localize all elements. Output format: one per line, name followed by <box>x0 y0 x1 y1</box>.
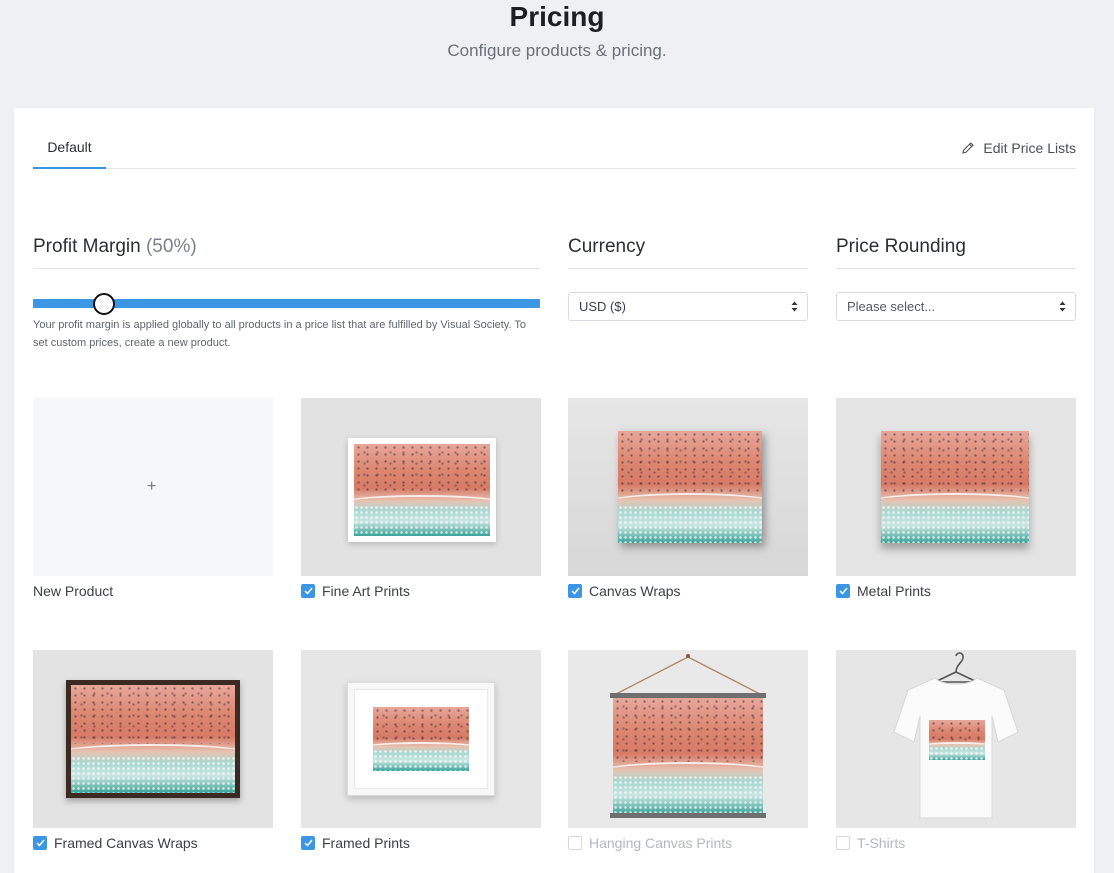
price-list-tabs: Default Edit Price Lists <box>33 108 1076 169</box>
product-label-row: T-Shirts <box>836 834 905 852</box>
check-icon <box>35 839 45 847</box>
metal-prints-image[interactable] <box>836 398 1076 576</box>
product-checkbox[interactable] <box>301 836 315 850</box>
beach-photo <box>929 720 985 760</box>
beach-photo <box>373 707 469 771</box>
product-label-row: Hanging Canvas Prints <box>568 834 732 852</box>
fine-art-prints-image[interactable] <box>301 398 541 576</box>
product-label: T-Shirts <box>857 835 906 851</box>
framed-canvas-wraps-image[interactable] <box>33 650 273 828</box>
product-label: Hanging Canvas Prints <box>589 835 733 851</box>
product-label: Framed Canvas Wraps <box>54 835 198 851</box>
product-label-row: Framed Prints <box>301 834 410 852</box>
product-checkbox[interactable] <box>33 836 47 850</box>
profit-margin-title: Profit Margin <box>33 236 141 257</box>
select-caret-icon <box>791 301 798 312</box>
tab-default[interactable]: Default <box>33 137 106 169</box>
product-label-row: Framed Canvas Wraps <box>33 834 198 852</box>
slider-thumb[interactable] <box>92 293 115 315</box>
page-subtitle: Configure products & pricing. <box>447 41 667 60</box>
product-checkbox[interactable] <box>836 584 850 598</box>
select-caret-icon <box>1059 301 1066 312</box>
check-icon <box>303 839 313 847</box>
plus-icon: + <box>147 478 157 495</box>
check-icon <box>570 587 580 595</box>
check-icon <box>838 587 848 595</box>
hanging-canvas-prints-image[interactable] <box>568 650 808 828</box>
profit-margin-heading: Profit Margin (50%) <box>33 235 540 269</box>
canvas-wraps-image[interactable] <box>568 398 808 576</box>
beach-photo <box>618 431 762 543</box>
currency-select[interactable]: USD ($) <box>568 292 808 321</box>
currency-heading: Currency <box>568 235 808 269</box>
product-label-row: Fine Art Prints <box>301 582 410 600</box>
profit-margin-value: (50%) <box>145 236 197 257</box>
product-label: Canvas Wraps <box>589 583 681 599</box>
product-checkbox[interactable] <box>301 584 315 598</box>
pricing-card: Default Edit Price Lists Profit Margin (… <box>14 108 1094 873</box>
price-rounding-heading: Price Rounding <box>836 235 1076 269</box>
pencil-icon <box>962 142 975 154</box>
product-checkbox[interactable] <box>568 584 582 598</box>
profit-margin-slider[interactable] <box>33 292 540 316</box>
product-label: Metal Prints <box>857 583 931 599</box>
beach-photo <box>881 431 1029 543</box>
bottom-rail <box>610 813 766 818</box>
edit-price-lists-label: Edit Price Lists <box>983 140 1076 156</box>
check-icon <box>303 587 313 595</box>
currency-selected: USD ($) <box>579 299 626 314</box>
t-shirts-image[interactable] <box>836 650 1076 828</box>
product-label-row: Metal Prints <box>836 582 931 600</box>
profit-margin-help: Your profit margin is applied globally t… <box>33 319 527 349</box>
product-label: Fine Art Prints <box>322 583 410 599</box>
price-rounding-selected: Please select... <box>847 299 936 314</box>
product-label: Framed Prints <box>322 835 410 851</box>
product-checkbox[interactable] <box>568 836 582 850</box>
beach-photo <box>354 444 490 536</box>
beach-photo <box>613 698 763 814</box>
edit-price-lists-button[interactable]: Edit Price Lists <box>961 138 1076 158</box>
page-title: Pricing <box>509 1 605 32</box>
product-label: New Product <box>33 583 114 599</box>
product-label-row: New Product <box>33 582 113 600</box>
price-rounding-select[interactable]: Please select... <box>836 292 1076 321</box>
beach-photo <box>71 685 235 793</box>
product-checkbox[interactable] <box>836 836 850 850</box>
product-label-row: Canvas Wraps <box>568 582 681 600</box>
new-product-tile[interactable]: + <box>33 398 273 576</box>
framed-prints-image[interactable] <box>301 650 541 828</box>
